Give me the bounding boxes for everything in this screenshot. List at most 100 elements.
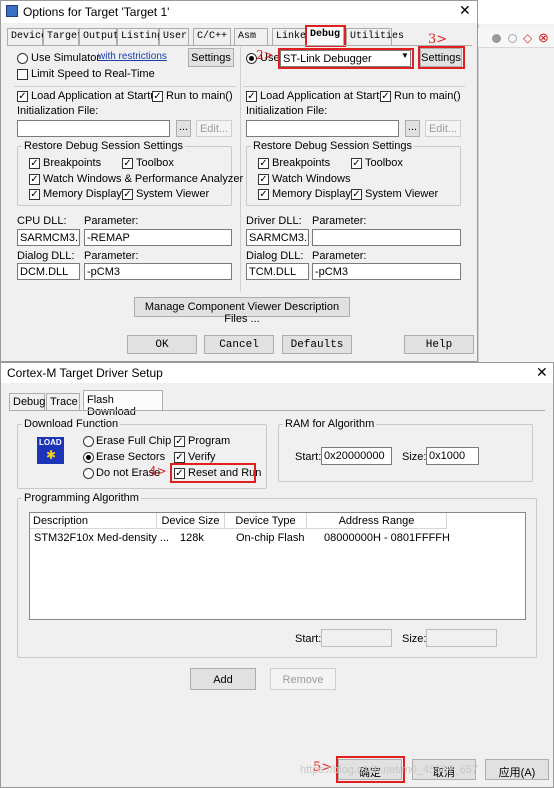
manage-component-viewer-button[interactable]: Manage Component Viewer Description File… xyxy=(134,297,350,325)
right-load-app-checkbox[interactable]: ✓ xyxy=(246,91,257,102)
system-viewer-checkbox[interactable]: ✓ xyxy=(122,189,133,200)
driver-dll-input[interactable]: SARMCM3.DLL xyxy=(246,229,309,246)
ram-size-label: Size: xyxy=(402,451,427,463)
tab-utilities[interactable]: Utilities xyxy=(346,28,404,45)
stop-icon: ⊗ xyxy=(538,30,549,45)
right-init-file-input[interactable] xyxy=(246,120,399,137)
close-icon[interactable]: ✕ xyxy=(459,2,471,19)
apply-button[interactable]: 应用(A) xyxy=(485,759,549,780)
right-init-file-edit-button[interactable]: Edit... xyxy=(425,120,461,137)
verify-checkbox[interactable]: ✓ xyxy=(174,452,185,463)
driver-parameter-input[interactable] xyxy=(312,229,461,246)
right-toolbox-checkbox[interactable]: ✓ xyxy=(351,158,362,169)
column-description[interactable]: Description xyxy=(30,513,157,529)
init-file-edit-button[interactable]: Edit... xyxy=(196,120,232,137)
verify-label: Verify xyxy=(188,451,216,463)
background-window xyxy=(478,24,554,362)
download-function-title: Download Function xyxy=(22,418,121,430)
program-checkbox[interactable]: ✓ xyxy=(174,436,185,447)
limit-speed-checkbox[interactable] xyxy=(17,69,28,80)
erase-sectors-label: Erase Sectors xyxy=(96,451,166,463)
row-address-range[interactable]: 08000000H - 0801FFFFH xyxy=(324,532,450,544)
erase-sectors-radio[interactable] xyxy=(83,452,94,463)
right-memory-display-checkbox[interactable]: ✓ xyxy=(258,189,269,200)
remove-button[interactable]: Remove xyxy=(270,668,336,690)
algo-size-input[interactable] xyxy=(426,629,497,647)
tab-user[interactable]: User xyxy=(159,28,189,45)
tab-device[interactable]: Device xyxy=(7,28,47,45)
tab-target[interactable]: Target xyxy=(43,28,83,45)
tab-flash-download[interactable]: Flash Download xyxy=(83,390,163,418)
simulator-settings-button[interactable]: Settings xyxy=(188,48,234,67)
watch-windows-label: Watch Windows & Performance Analyzer xyxy=(43,173,244,185)
do-not-erase-radio[interactable] xyxy=(83,468,94,479)
annotation-step-2: 2> xyxy=(256,48,274,62)
add-button[interactable]: Add xyxy=(190,668,256,690)
column-address-range[interactable]: Address Range xyxy=(307,513,447,529)
memory-display-checkbox[interactable]: ✓ xyxy=(29,189,40,200)
divider xyxy=(14,86,236,87)
divider xyxy=(243,86,465,87)
tab-cc[interactable]: C/C++ xyxy=(193,28,231,45)
ram-start-input[interactable]: 0x20000000 xyxy=(321,447,392,465)
init-file-input[interactable] xyxy=(17,120,170,137)
tab-trace[interactable]: Trace xyxy=(46,393,80,410)
tab-linker[interactable]: Linker xyxy=(272,28,312,45)
right-run-to-main-checkbox[interactable]: ✓ xyxy=(380,91,391,102)
cpu-parameter-input[interactable]: -REMAP xyxy=(84,229,232,246)
tab-pane-border xyxy=(7,45,472,46)
debug-tab-highlight xyxy=(305,25,346,47)
app-icon xyxy=(6,5,18,17)
system-viewer-label: System Viewer xyxy=(136,188,210,200)
ram-algorithm-title: RAM for Algorithm xyxy=(283,418,377,430)
right-run-to-main-label: Run to main() xyxy=(394,90,461,102)
breakpoints-checkbox[interactable]: ✓ xyxy=(29,158,40,169)
ram-size-input[interactable]: 0x1000 xyxy=(426,447,479,465)
watch-windows-checkbox[interactable]: ✓ xyxy=(29,174,40,185)
right-dialog-parameter-input[interactable]: -pCM3 xyxy=(312,263,461,280)
right-dialog-parameter-label: Parameter: xyxy=(312,250,367,262)
diamond-icon: ◇ xyxy=(523,31,533,45)
tab-asm[interactable]: Asm xyxy=(234,28,268,45)
toolbox-label: Toolbox xyxy=(136,157,174,169)
row-description[interactable]: STM32F10x Med-density ... xyxy=(34,532,169,544)
right-system-viewer-checkbox[interactable]: ✓ xyxy=(351,189,362,200)
circle-icon xyxy=(508,34,517,43)
right-breakpoints-checkbox[interactable]: ✓ xyxy=(258,158,269,169)
right-watch-windows-label: Watch Windows xyxy=(272,173,351,185)
use-simulator-label: Use Simulator xyxy=(31,52,101,64)
dialog-dll-input[interactable]: DCM.DLL xyxy=(17,263,80,280)
row-device-size[interactable]: 128k xyxy=(180,532,204,544)
algo-start-input[interactable] xyxy=(321,629,392,647)
right-system-viewer-label: System Viewer xyxy=(365,188,439,200)
ok-button[interactable]: OK xyxy=(127,335,197,354)
init-file-browse-button[interactable]: ... xyxy=(176,120,191,137)
cancel-button[interactable]: Cancel xyxy=(204,335,274,354)
load-app-checkbox[interactable]: ✓ xyxy=(17,91,28,102)
use-simulator-radio[interactable] xyxy=(17,53,28,64)
run-to-main-checkbox[interactable]: ✓ xyxy=(152,91,163,102)
debugger-highlight xyxy=(278,48,414,69)
right-dialog-dll-input[interactable]: TCM.DLL xyxy=(246,263,309,280)
tab-listing[interactable]: Listing xyxy=(117,28,163,45)
algo-start-label: Start: xyxy=(295,633,322,645)
erase-full-chip-radio[interactable] xyxy=(83,436,94,447)
dialog-parameter-input[interactable]: -pCM3 xyxy=(84,263,232,280)
tab-debug-setup[interactable]: Debug xyxy=(9,393,45,410)
right-watch-windows-checkbox[interactable]: ✓ xyxy=(258,174,269,185)
help-button[interactable]: Help xyxy=(404,335,474,354)
dialog-parameter-label: Parameter: xyxy=(84,250,139,262)
row-device-type[interactable]: On-chip Flash xyxy=(236,532,304,544)
cpu-dll-input[interactable]: SARMCM3.DLL xyxy=(17,229,80,246)
with-restrictions-link[interactable]: with restrictions xyxy=(98,51,167,62)
run-to-main-label: Run to main() xyxy=(166,90,233,102)
dialog-dll-label: Dialog DLL: xyxy=(17,250,75,262)
driver-dll-label: Driver DLL: xyxy=(246,215,302,227)
column-device-size[interactable]: Device Size xyxy=(157,513,225,529)
toolbox-checkbox[interactable]: ✓ xyxy=(122,158,133,169)
right-init-file-browse-button[interactable]: ... xyxy=(405,120,420,137)
tab-output[interactable]: Output xyxy=(79,28,119,45)
close-icon[interactable]: ✕ xyxy=(536,364,548,381)
column-device-type[interactable]: Device Type xyxy=(225,513,307,529)
defaults-button[interactable]: Defaults xyxy=(282,335,352,354)
